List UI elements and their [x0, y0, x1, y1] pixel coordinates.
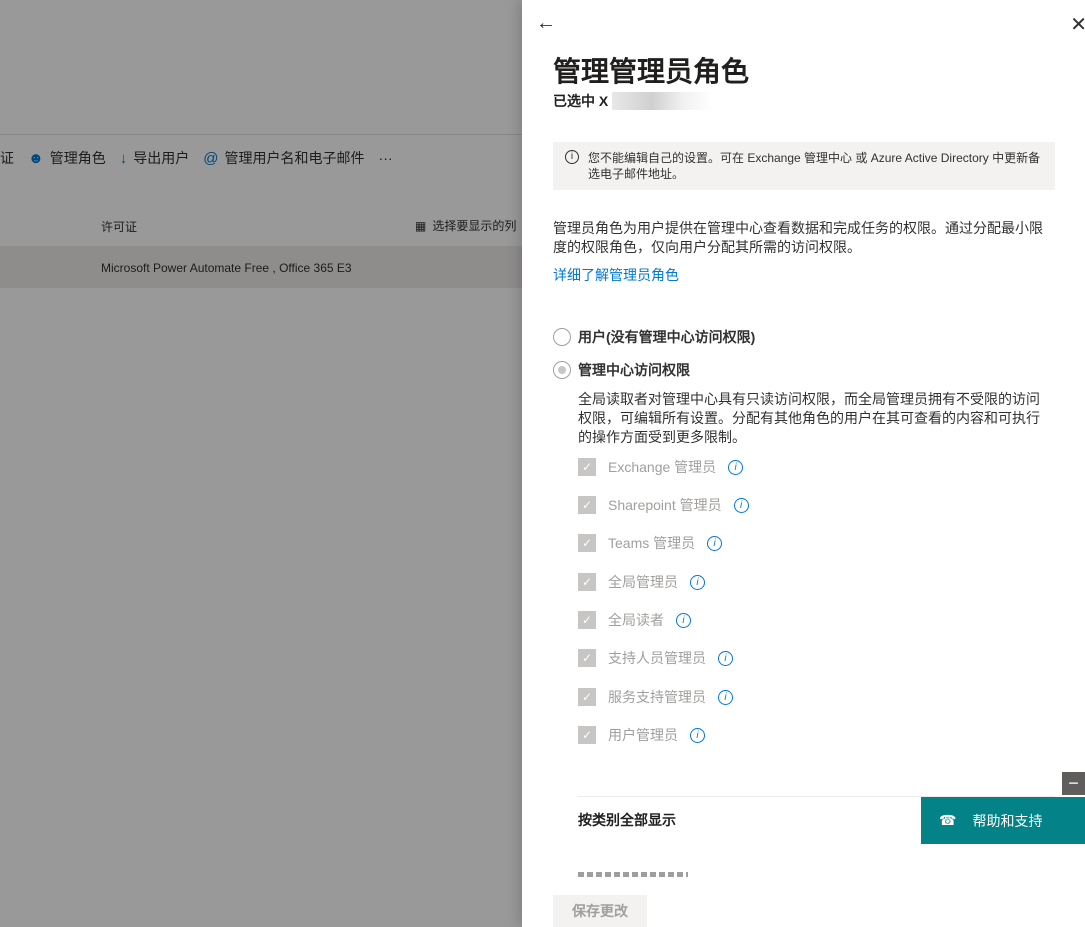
save-changes-button[interactable]: 保存更改 — [553, 895, 647, 927]
radio-admin-option[interactable]: 管理中心访问权限 — [553, 360, 690, 380]
role-checkbox-sharepoint[interactable]: ✓ Sharepoint 管理员 i — [578, 495, 749, 515]
radio-admin-circle[interactable] — [553, 361, 571, 379]
role-label: Teams 管理员 — [608, 535, 696, 551]
role-checkbox-service-support-admin[interactable]: ✓ 服务支持管理员 i — [578, 687, 733, 707]
manage-admin-roles-panel: ← ✕ 管理管理员角色 已选中 X i 您不能编辑自己的设置。可在 Exchan… — [522, 0, 1085, 927]
panel-title: 管理管理员角色 — [553, 56, 750, 87]
role-label: Exchange 管理员 — [608, 459, 717, 475]
role-checkbox-global-admin[interactable]: ✓ 全局管理员 i — [578, 572, 705, 592]
help-support-label: 帮助和支持 — [972, 812, 1043, 829]
radio-admin-label: 管理中心访问权限 — [578, 362, 690, 378]
role-checkbox-user-admin[interactable]: ✓ 用户管理员 i — [578, 725, 705, 745]
role-checkbox-exchange[interactable]: ✓ Exchange 管理员 i — [578, 457, 744, 477]
info-icon[interactable]: i — [690, 574, 705, 590]
clipped-text — [578, 872, 688, 877]
info-message-bar: i 您不能编辑自己的设置。可在 Exchange 管理中心 或 Azure Ac… — [553, 142, 1055, 190]
selected-user-label: 已选中 X — [553, 91, 713, 111]
radio-user-circle[interactable] — [553, 328, 571, 346]
role-checkbox-teams[interactable]: ✓ Teams 管理员 i — [578, 533, 723, 553]
role-label: 服务支持管理员 — [608, 689, 706, 705]
roles-description: 管理员角色为用户提供在管理中心查看数据和完成任务的权限。通过分配最小限度的权限角… — [553, 220, 1043, 255]
modal-overlay[interactable] — [0, 0, 522, 927]
radio-user-option[interactable]: 用户(没有管理中心访问权限) — [553, 327, 755, 347]
info-icon[interactable]: i — [707, 535, 723, 551]
role-label: 全局管理员 — [608, 574, 678, 590]
minimize-help-button[interactable]: − — [1062, 772, 1085, 795]
role-checkbox-helpdesk-admin[interactable]: ✓ 支持人员管理员 i — [578, 648, 733, 668]
checkbox[interactable]: ✓ — [578, 458, 596, 476]
checkbox[interactable]: ✓ — [578, 611, 596, 629]
role-label: 用户管理员 — [608, 727, 678, 743]
checkbox[interactable]: ✓ — [578, 688, 596, 706]
headset-icon: ☎ — [939, 812, 957, 828]
checkbox[interactable]: ✓ — [578, 496, 596, 514]
info-icon[interactable]: i — [733, 497, 749, 513]
info-icon[interactable]: i — [676, 612, 691, 628]
info-icon[interactable]: i — [690, 727, 705, 743]
info-icon[interactable]: i — [718, 689, 733, 705]
admin-access-description: 全局读取者对管理中心具有只读访问权限，而全局管理员拥有不受限的访问权限，可编辑所… — [578, 391, 1040, 445]
info-message-text: 您不能编辑自己的设置。可在 Exchange 管理中心 或 Azure Acti… — [588, 151, 1041, 181]
role-label: Sharepoint 管理员 — [608, 497, 722, 513]
learn-more-link[interactable]: 详细了解管理员角色 — [553, 265, 679, 285]
checkbox[interactable]: ✓ — [578, 649, 596, 667]
redacted-username — [612, 92, 713, 110]
role-label: 全局读者 — [608, 612, 664, 628]
selected-user-text: 已选中 X — [553, 93, 609, 109]
back-arrow-icon[interactable]: ← — [536, 12, 556, 35]
role-checkbox-global-reader[interactable]: ✓ 全局读者 i — [578, 610, 691, 630]
info-icon: i — [565, 150, 579, 164]
checkbox[interactable]: ✓ — [578, 573, 596, 591]
checkbox[interactable]: ✓ — [578, 726, 596, 744]
info-icon[interactable]: i — [728, 459, 744, 475]
help-support-button[interactable]: ☎ 帮助和支持 — [921, 797, 1085, 844]
show-all-by-category-header[interactable]: 按类别全部显示 — [578, 810, 676, 830]
radio-user-label: 用户(没有管理中心访问权限) — [578, 329, 756, 345]
close-icon[interactable]: ✕ — [1070, 12, 1085, 37]
role-label: 支持人员管理员 — [608, 650, 706, 666]
info-icon[interactable]: i — [718, 650, 733, 666]
checkbox[interactable]: ✓ — [578, 534, 596, 552]
